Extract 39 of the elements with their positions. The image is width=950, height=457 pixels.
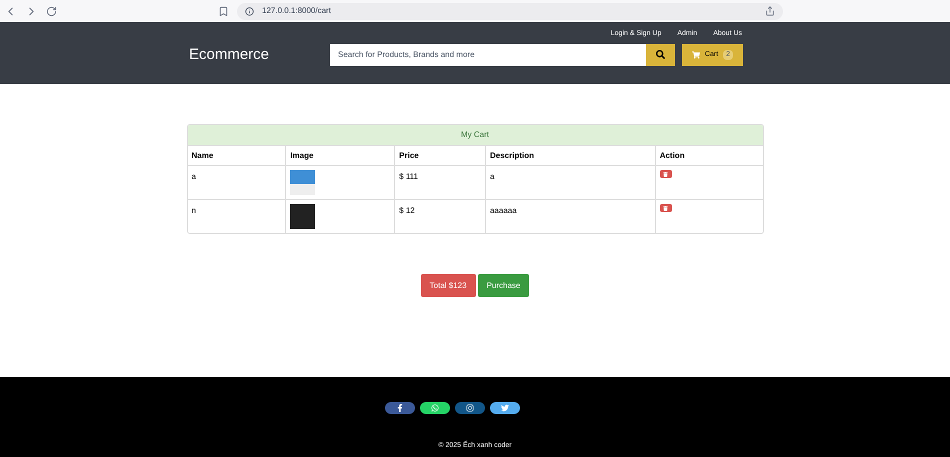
search-field[interactable]: Search for Products, Brands and more [330,44,646,66]
table-cell: a [490,172,494,181]
product-thumbnail [290,204,316,229]
address-bar[interactable]: 127.0.0.1:8000/cart [237,2,783,20]
table-cell: $ 12 [399,206,415,215]
panel-title: My Cart [188,125,762,145]
twitter-icon [501,404,509,412]
facebook-icon [396,404,404,412]
reload-icon[interactable] [46,6,57,16]
total-button[interactable]: Total $123 [420,274,476,297]
purchase-button[interactable]: Purchase [478,274,530,297]
table-cell: n [192,206,196,215]
social-link[interactable] [385,402,415,414]
instagram-icon [466,404,474,412]
column-header: Image [285,146,394,165]
delete-button[interactable] [660,170,672,178]
social-link[interactable] [455,402,485,414]
site-info-icon[interactable] [245,6,254,16]
social-link[interactable] [490,402,520,414]
search-button[interactable] [646,44,675,66]
table-cell: aaaaaa [490,206,517,215]
column-header: Price [394,146,485,165]
url-text: 127.0.0.1:8000/cart [262,5,331,17]
product-thumbnail [290,170,316,195]
brand-logo[interactable]: Ecommerce [189,44,330,66]
column-header: Action [654,146,762,165]
column-header: Description [484,146,655,165]
cart-icon [692,50,700,59]
search-icon [656,50,665,60]
table-cell: a [192,172,196,181]
column-header: Name [190,150,214,162]
social-link[interactable] [420,402,450,414]
share-icon[interactable] [765,6,775,16]
whatsapp-icon [431,404,439,412]
trash-icon [663,172,668,176]
trash-icon [663,206,668,210]
bookmark-icon[interactable] [218,6,229,16]
table-cell: $ 111 [399,172,418,181]
delete-button[interactable] [660,204,672,212]
